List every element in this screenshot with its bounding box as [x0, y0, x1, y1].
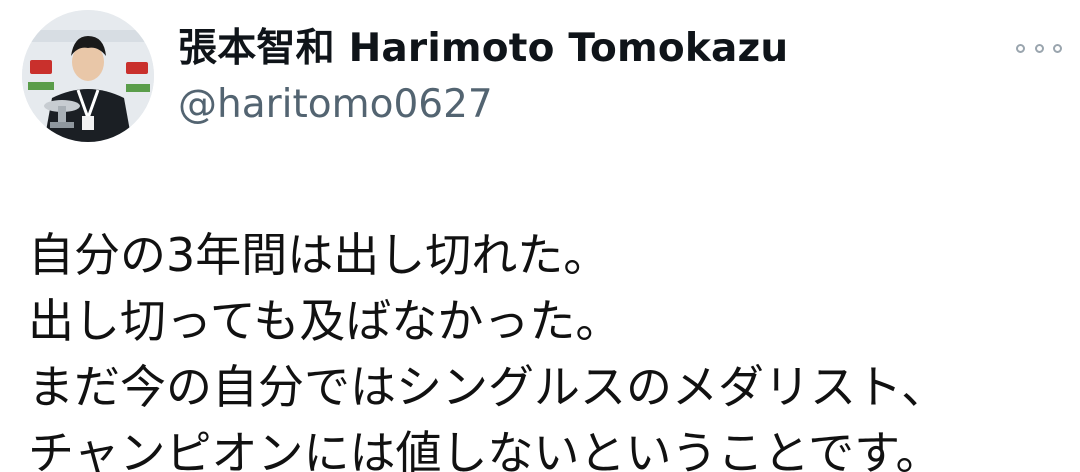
display-name[interactable]: 張本智和 Harimoto Tomokazu — [178, 24, 788, 74]
tweet-text-line: 自分の3年間は出し切れた。 — [28, 228, 610, 282]
more-options-icon — [1053, 43, 1062, 53]
tweet-card: 張本智和 Harimoto Tomokazu @haritomo0627 自分の… — [0, 0, 1080, 472]
profile-photo-icon — [22, 10, 154, 142]
user-handle[interactable]: @haritomo0627 — [178, 80, 493, 130]
tweet-text: 自分の3年間は出し切れた。 出し切っても及ばなかった。 まだ今の自分ではシングル… — [28, 222, 947, 472]
more-options-icon — [1034, 43, 1044, 53]
avatar[interactable] — [22, 10, 154, 142]
more-options-button[interactable] — [1016, 38, 1062, 58]
tweet-text-line: まだ今の自分ではシングルスのメダリスト、 — [28, 360, 948, 414]
more-options-icon — [1016, 43, 1025, 53]
tweet-text-line: チャンピオンには値しないということです。 — [28, 426, 942, 472]
tweet-text-line: 出し切っても及ばなかった。 — [28, 294, 622, 348]
